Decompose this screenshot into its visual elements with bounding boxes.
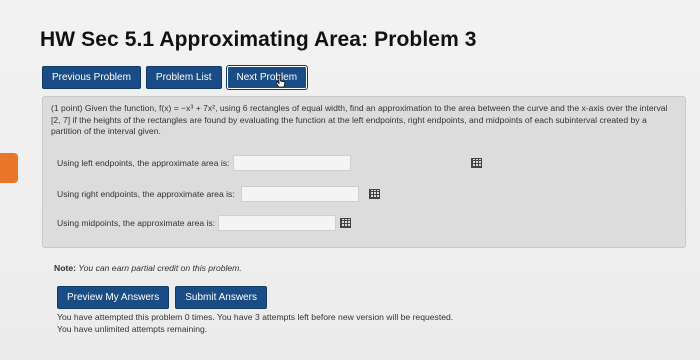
attempts-info: You have attempted this problem 0 times.… <box>57 311 453 335</box>
previous-problem-button[interactable]: Previous Problem <box>42 66 141 89</box>
problem-panel: (1 point) Given the function, f(x) = −x³… <box>42 96 686 248</box>
midpoints-input[interactable] <box>218 215 337 231</box>
pointer-cursor-icon <box>276 76 286 88</box>
equation-editor-icon[interactable] <box>368 189 380 199</box>
note-text: You can earn partial credit on this prob… <box>78 263 242 273</box>
midpoints-row: Using midpoints, the approximate area is… <box>57 215 352 231</box>
right-endpoints-input[interactable] <box>240 186 359 202</box>
attempts-line: You have attempted this problem 0 times.… <box>57 312 454 322</box>
equation-editor-icon[interactable] <box>471 158 483 168</box>
page-title: HW Sec 5.1 Approximating Area: Problem 3 <box>40 28 477 51</box>
left-endpoints-label: Using left endpoints, the approximate ar… <box>57 158 230 168</box>
midpoints-label: Using midpoints, the approximate area is… <box>57 218 216 228</box>
left-endpoints-input[interactable] <box>233 155 352 171</box>
preview-answers-button[interactable]: Preview My Answers <box>57 286 170 309</box>
note-label: Note: <box>54 263 76 273</box>
partial-credit-note: Note: You can earn partial credit on thi… <box>54 263 242 273</box>
problem-list-button[interactable]: Problem List <box>145 66 222 89</box>
right-endpoints-label: Using right endpoints, the approximate a… <box>57 189 235 199</box>
left-endpoints-row: Using left endpoints, the approximate ar… <box>57 155 483 171</box>
equation-editor-icon[interactable] <box>340 218 352 228</box>
submit-answers-button[interactable]: Submit Answers <box>175 286 267 309</box>
next-problem-button[interactable]: Next Problem <box>226 66 308 89</box>
answer-actions: Preview My Answers Submit Answers <box>57 286 267 309</box>
problem-statement: (1 point) Given the function, f(x) = −x³… <box>51 103 668 136</box>
unlimited-line: You have unlimited attempts remaining. <box>57 324 208 334</box>
right-endpoints-row: Using right endpoints, the approximate a… <box>57 186 380 202</box>
problem-navigation: Previous Problem Problem List Next Probl… <box>42 66 308 89</box>
side-tab[interactable] <box>0 153 18 183</box>
